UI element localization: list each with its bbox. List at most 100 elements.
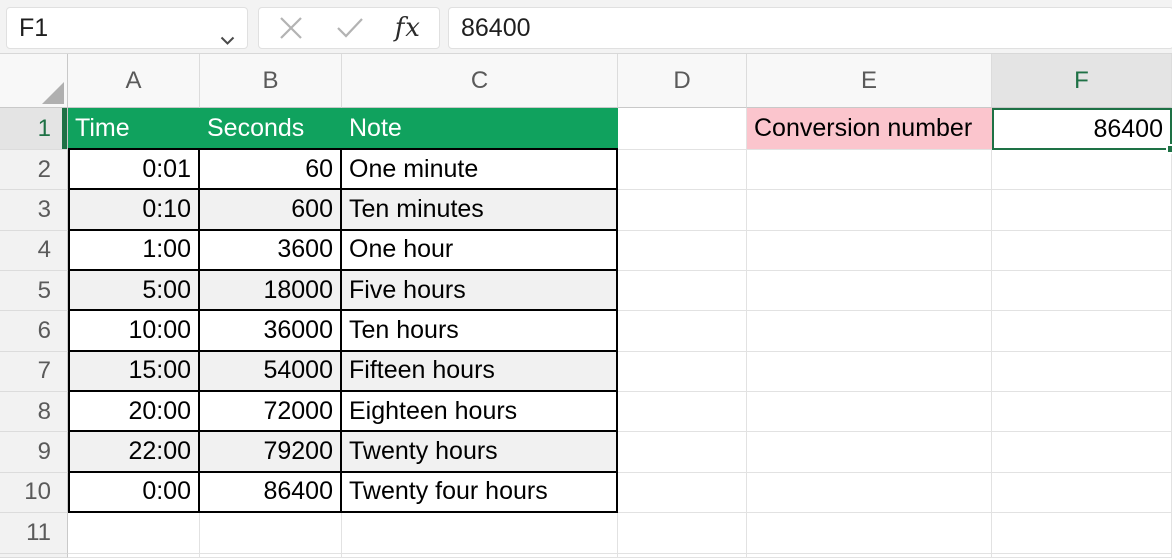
row-header-8[interactable]: 8 (0, 391, 68, 433)
cell-D-partial (618, 553, 747, 558)
cell-D3[interactable] (618, 190, 747, 231)
cell-E9[interactable] (747, 432, 992, 473)
cell-D4[interactable] (618, 230, 747, 271)
formula-input[interactable]: 86400 (448, 7, 1172, 49)
cell-D1[interactable] (618, 108, 747, 150)
cell-B-partial (200, 553, 342, 558)
row-header-3[interactable]: 3 (0, 190, 68, 231)
cell-F1-selected[interactable]: 86400 (992, 108, 1172, 154)
cell-C7[interactable]: Fifteen hours (342, 351, 618, 392)
cell-A8[interactable]: 20:00 (68, 391, 200, 433)
cell-F3[interactable] (992, 190, 1172, 231)
insert-function-icon[interactable]: fx (395, 13, 421, 43)
cell-F8[interactable] (992, 391, 1172, 433)
row-header-6[interactable]: 6 (0, 311, 68, 352)
cell-A4[interactable]: 1:00 (68, 230, 200, 271)
cell-A9[interactable]: 22:00 (68, 432, 200, 473)
row-header-11[interactable]: 11 (0, 512, 68, 554)
row-header-partial (0, 553, 68, 558)
sheet-grid: A B C D E F 1 Time Seconds Note Conversion number 8… (0, 54, 1172, 558)
column-header-E[interactable]: E (747, 54, 992, 108)
cell-E8[interactable] (747, 391, 992, 433)
cell-B5[interactable]: 18000 (200, 270, 342, 312)
row-header-4[interactable]: 4 (0, 230, 68, 271)
row-header-7[interactable]: 7 (0, 351, 68, 392)
enter-check-icon[interactable] (335, 16, 365, 40)
cell-E5[interactable] (747, 270, 992, 312)
formula-input-value: 86400 (461, 13, 531, 42)
cell-B8[interactable]: 72000 (200, 391, 342, 433)
chevron-down-icon[interactable] (220, 24, 235, 53)
spreadsheet-app: F1 fx 86400 A B C D E F 1 Time Seconds Note Conver… (0, 0, 1172, 558)
name-box[interactable]: F1 (6, 7, 248, 49)
cell-E2[interactable] (747, 150, 992, 191)
cell-B10[interactable]: 86400 (200, 472, 342, 513)
cancel-icon[interactable] (277, 14, 305, 42)
cell-B3[interactable]: 600 (200, 190, 342, 231)
cell-E4[interactable] (747, 230, 992, 271)
column-header-C[interactable]: C (342, 54, 618, 108)
cell-D10[interactable] (618, 472, 747, 513)
cell-B7[interactable]: 54000 (200, 351, 342, 392)
cell-A-partial (68, 553, 200, 558)
row-header-5[interactable]: 5 (0, 270, 68, 312)
cell-B11[interactable] (200, 512, 342, 554)
column-header-A[interactable]: A (68, 54, 200, 108)
cell-E10[interactable] (747, 472, 992, 513)
cell-B1[interactable]: Seconds (200, 108, 342, 150)
cell-C4[interactable]: One hour (342, 230, 618, 271)
cell-F11[interactable] (992, 512, 1172, 554)
cell-A6[interactable]: 10:00 (68, 311, 200, 352)
cell-E6[interactable] (747, 311, 992, 352)
cell-C8[interactable]: Eighteen hours (342, 391, 618, 433)
cell-F4[interactable] (992, 230, 1172, 271)
cell-A5[interactable]: 5:00 (68, 270, 200, 312)
fill-handle[interactable] (1166, 144, 1172, 154)
row-header-1[interactable]: 1 (0, 108, 68, 150)
cell-A2[interactable]: 0:01 (68, 150, 200, 191)
cell-A1[interactable]: Time (68, 108, 200, 150)
cell-C2[interactable]: One minute (342, 150, 618, 191)
cell-E3[interactable] (747, 190, 992, 231)
cell-C9[interactable]: Twenty hours (342, 432, 618, 473)
cell-B9[interactable]: 79200 (200, 432, 342, 473)
cell-A11[interactable] (68, 512, 200, 554)
cell-C1[interactable]: Note (342, 108, 618, 150)
cell-D9[interactable] (618, 432, 747, 473)
cell-F7[interactable] (992, 351, 1172, 392)
cell-F6[interactable] (992, 311, 1172, 352)
cell-E1[interactable]: Conversion number (747, 108, 992, 150)
cell-F-partial (992, 553, 1172, 558)
cell-D8[interactable] (618, 391, 747, 433)
cell-B4[interactable]: 3600 (200, 230, 342, 271)
cell-C3[interactable]: Ten minutes (342, 190, 618, 231)
cell-E11[interactable] (747, 512, 992, 554)
cell-A3[interactable]: 0:10 (68, 190, 200, 231)
cell-C6[interactable]: Ten hours (342, 311, 618, 352)
row-header-9[interactable]: 9 (0, 432, 68, 473)
cell-A10[interactable]: 0:00 (68, 472, 200, 513)
column-header-D[interactable]: D (618, 54, 747, 108)
cell-D6[interactable] (618, 311, 747, 352)
cell-F5[interactable] (992, 270, 1172, 312)
cell-C5[interactable]: Five hours (342, 270, 618, 312)
row-header-2[interactable]: 2 (0, 150, 68, 191)
column-header-F[interactable]: F (992, 54, 1172, 108)
cell-B6[interactable]: 36000 (200, 311, 342, 352)
cell-C11[interactable] (342, 512, 618, 554)
cell-F9[interactable] (992, 432, 1172, 473)
cell-C-partial (342, 553, 618, 558)
row-header-10[interactable]: 10 (0, 472, 68, 513)
cell-D2[interactable] (618, 150, 747, 191)
cell-A7[interactable]: 15:00 (68, 351, 200, 392)
cell-D11[interactable] (618, 512, 747, 554)
cell-D7[interactable] (618, 351, 747, 392)
cell-E7[interactable] (747, 351, 992, 392)
cell-B2[interactable]: 60 (200, 150, 342, 191)
cell-D5[interactable] (618, 270, 747, 312)
select-all-corner[interactable] (0, 54, 68, 108)
column-header-B[interactable]: B (200, 54, 342, 108)
cell-F2[interactable] (992, 150, 1172, 191)
cell-F10[interactable] (992, 472, 1172, 513)
cell-C10[interactable]: Twenty four hours (342, 472, 618, 513)
